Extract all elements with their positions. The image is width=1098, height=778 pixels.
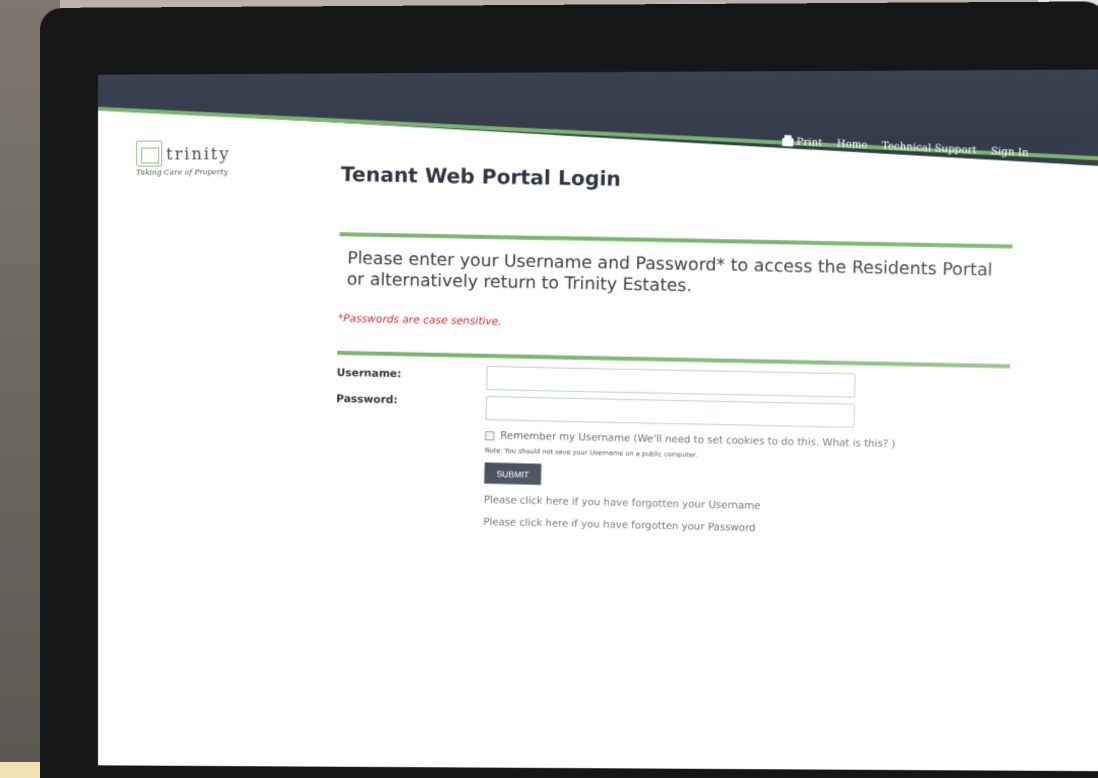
logo-name: trinity	[166, 143, 231, 164]
nav-print-label: Print	[796, 136, 823, 149]
trinity-logo[interactable]: trinity Taking Care of Property	[136, 140, 231, 177]
password-input[interactable]	[485, 396, 855, 429]
login-form: Username: Password: Remember my Username…	[333, 363, 1010, 559]
printer-icon	[781, 137, 794, 147]
password-label: Password:	[336, 392, 398, 407]
building-logo-icon	[136, 140, 163, 167]
nav-sign-in[interactable]: Sign In	[991, 146, 1029, 159]
username-input[interactable]	[486, 365, 856, 398]
main-content: Tenant Web Portal Login Please enter you…	[333, 162, 1014, 559]
intro-text: Please enter your Username and Password*…	[346, 248, 993, 297]
forgot-username-link[interactable]: Please click here if you have forgotten …	[484, 495, 761, 512]
nav-home[interactable]: Home	[836, 139, 867, 152]
browser-viewport: Print Home Technical Support Sign In tri…	[98, 69, 1098, 772]
monitor-bezel: Print Home Technical Support Sign In tri…	[40, 1, 1098, 778]
remember-username-checkbox[interactable]	[485, 431, 495, 441]
nav-print[interactable]: Print	[781, 136, 823, 149]
submit-button[interactable]: SUBMIT	[484, 462, 542, 485]
page-title: Tenant Web Portal Login	[340, 161, 622, 191]
section-divider	[339, 232, 1013, 249]
password-case-note: *Passwords are case sensitive.	[337, 312, 502, 328]
logo-tagline: Taking Care of Property	[136, 167, 228, 177]
public-computer-note: Note: You should not save your Username …	[484, 446, 698, 460]
forgot-password-link[interactable]: Please click here if you have forgotten …	[483, 517, 755, 534]
username-label: Username:	[336, 366, 402, 381]
